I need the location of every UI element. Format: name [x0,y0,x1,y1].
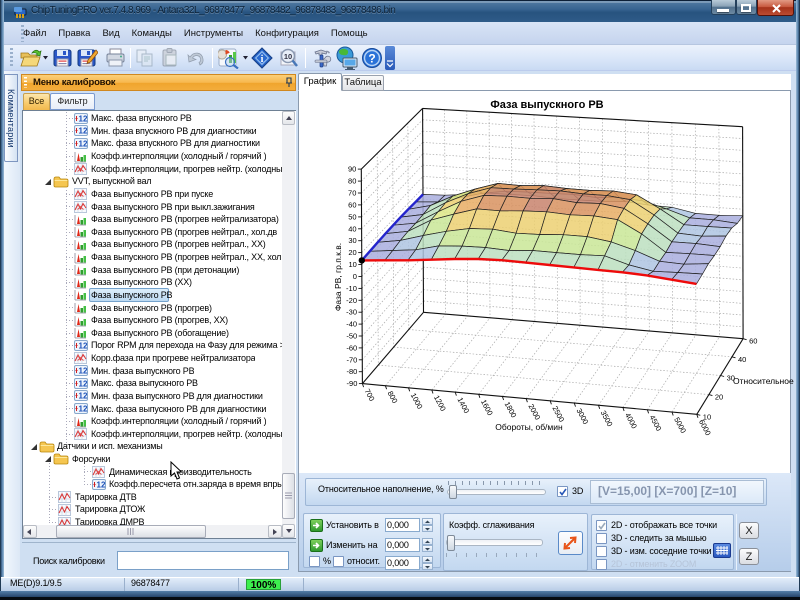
svg-text:30: 30 [348,236,356,245]
svg-text:12: 12 [97,480,106,489]
svg-text:60: 60 [348,200,356,209]
svg-text:90: 90 [348,165,356,174]
svg-text:50: 50 [348,212,356,221]
svg-text:-10: -10 [346,284,357,293]
svg-text:12: 12 [79,379,88,388]
svg-text:-70: -70 [346,355,357,364]
svg-text:5000: 5000 [672,416,688,435]
svg-text:700: 700 [363,387,377,402]
svg-text:Обороты, об/мин: Обороты, об/мин [495,422,563,432]
svg-text:12: 12 [79,404,88,413]
svg-text:1800: 1800 [503,400,519,419]
svg-text:?: ? [368,52,375,66]
svg-text:1000: 1000 [409,392,425,411]
svg-text:i: i [261,54,264,65]
svg-text:1400: 1400 [455,396,471,415]
svg-text:1600: 1600 [479,398,495,417]
svg-text:10: 10 [703,412,711,421]
svg-text:0: 0 [353,272,357,281]
svg-text:80: 80 [348,177,356,186]
svg-text:40: 40 [738,355,746,364]
svg-text:-80: -80 [346,367,357,376]
svg-text:3000: 3000 [575,407,591,426]
svg-text:-90: -90 [347,379,358,388]
svg-text:4500: 4500 [648,414,664,433]
svg-text:20: 20 [715,393,723,402]
svg-text:-50: -50 [346,332,357,341]
svg-text:3500: 3500 [599,409,615,428]
svg-text:Фаза РВ, гр.п.к.в.: Фаза РВ, гр.п.к.в. [333,243,343,311]
svg-text:60: 60 [749,337,757,346]
svg-text:20: 20 [348,248,356,257]
svg-text:10: 10 [348,260,356,269]
svg-text:Фаза выпускного РВ: Фаза выпускного РВ [490,99,603,111]
svg-text:-20: -20 [346,296,357,305]
svg-text:40: 40 [348,224,356,233]
svg-text:2500: 2500 [550,405,566,424]
svg-text:12: 12 [79,341,88,350]
svg-text:70: 70 [348,189,356,198]
svg-text:800: 800 [386,389,400,404]
svg-text:10: 10 [284,52,292,61]
svg-text:12: 12 [79,392,88,401]
svg-text:-60: -60 [346,343,357,352]
svg-text:Относительное н: Относительное н [733,376,795,386]
svg-text:12: 12 [79,139,88,148]
svg-text:12: 12 [79,114,88,123]
svg-text:-30: -30 [346,308,357,317]
svg-text:4000: 4000 [623,411,639,430]
svg-text:12: 12 [79,367,88,376]
svg-text:2000: 2000 [526,402,542,421]
svg-text:1200: 1200 [432,394,448,413]
svg-text:-40: -40 [346,320,357,329]
svg-text:12: 12 [79,127,88,136]
